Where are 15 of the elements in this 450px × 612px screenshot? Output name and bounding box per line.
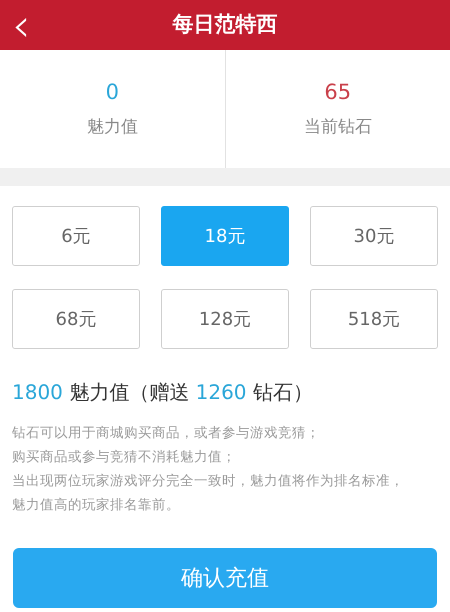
recharge-summary: 1800 魅力值（赠送 1260 钻石） — [11, 379, 314, 406]
stat-label: 魅力值 — [86, 119, 138, 136]
stat-label: 当前钻石 — [304, 119, 372, 136]
note-text: 当出现两位玩家游戏评分完全一致时，魅力值将作为排名标准，魅力值高的玩家排名靠前。 — [12, 472, 405, 515]
amount-option[interactable]: 68元 — [12, 289, 140, 349]
note-text: 购买商品或参与竞猜不消耗魅力值； — [12, 448, 237, 467]
amount-option[interactable]: 30元 — [310, 206, 438, 266]
page-title: 每日范特西 — [172, 11, 278, 38]
amount-option[interactable]: 128元 — [161, 289, 289, 349]
note-text: 钻石可以用于商城购买商品，或者参与游戏竞猜； — [12, 424, 321, 443]
back-button[interactable]: ‹ — [8, 0, 34, 50]
stat-value: 0 — [106, 82, 119, 103]
stat-value: 65 — [324, 82, 352, 103]
amount-option[interactable]: 6元 — [12, 206, 140, 266]
amount-option[interactable]: 518元 — [310, 289, 438, 349]
